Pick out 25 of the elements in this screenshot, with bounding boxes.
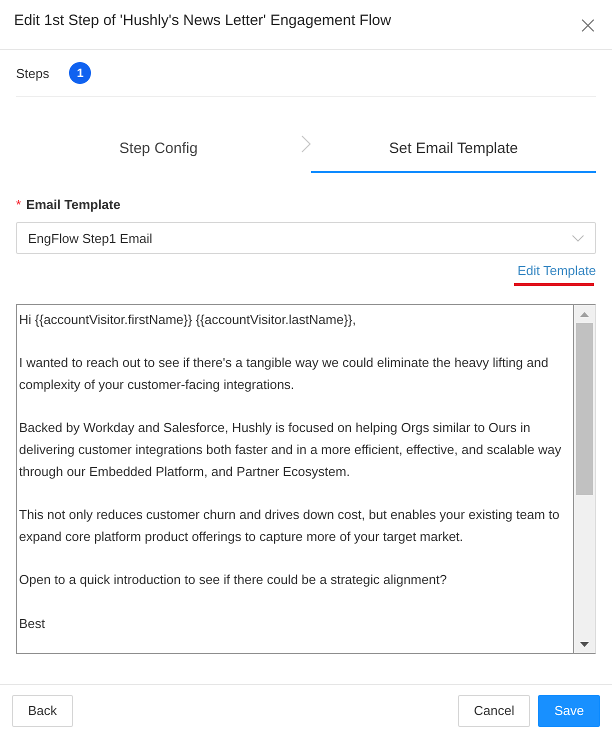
email-paragraph: Best: [19, 614, 46, 633]
email-body-field[interactable]: [16, 304, 596, 654]
scroll-up-icon[interactable]: [580, 312, 589, 317]
email-paragraph: Open to a quick introduction to see if there could be a strategic alignment?: [19, 571, 448, 590]
edit-template-link[interactable]: Edit Template: [517, 263, 596, 278]
field-label: Email Template: [26, 197, 120, 212]
email-paragraph: Hi {{accountVisitor.firstName}} {{accountVisitor.lastName}},: [19, 311, 357, 329]
dialog-title: Edit 1st Step of 'Hushly's News Letter' Engagement Flow: [14, 12, 392, 29]
step-badge: 1: [69, 62, 92, 84]
chevron-right-icon: [301, 135, 311, 153]
steps-label: Steps: [16, 66, 50, 80]
scroll-down-icon[interactable]: [580, 642, 589, 647]
required-mark: *: [16, 197, 22, 212]
close-button[interactable]: ×: [578, 12, 598, 36]
back-button[interactable]: Back: [12, 694, 73, 726]
email-paragraph: This not only reduces customer churn and drives down cost, but enables your existing team to expand core platform product offerings to capture more of your target market.: [19, 506, 561, 546]
tab[interactable]: Step Config: [16, 125, 301, 173]
scrollbar[interactable]: [574, 305, 595, 653]
template-select[interactable]: EngFlow Step1 Email: [16, 222, 596, 254]
scrollbar-thumb[interactable]: [576, 323, 593, 495]
tab[interactable]: Set Email Template: [311, 125, 596, 173]
email-paragraph: Backed by Workday and Salesforce, Hushly is focused on helping Orgs similar to Ours in delivering customer integrations both faster and in a more efficient, effective, and scalable way through our Embedded Platform, and Partner Ecosystem.: [19, 419, 562, 481]
chevron-down-icon: [572, 234, 584, 242]
cancel-button[interactable]: Cancel: [458, 694, 530, 726]
email-paragraph: I wanted to reach out to see if there's a tangible way we could eliminate the heavy lifting and complexity of your customer-facing integrations.: [19, 354, 550, 394]
